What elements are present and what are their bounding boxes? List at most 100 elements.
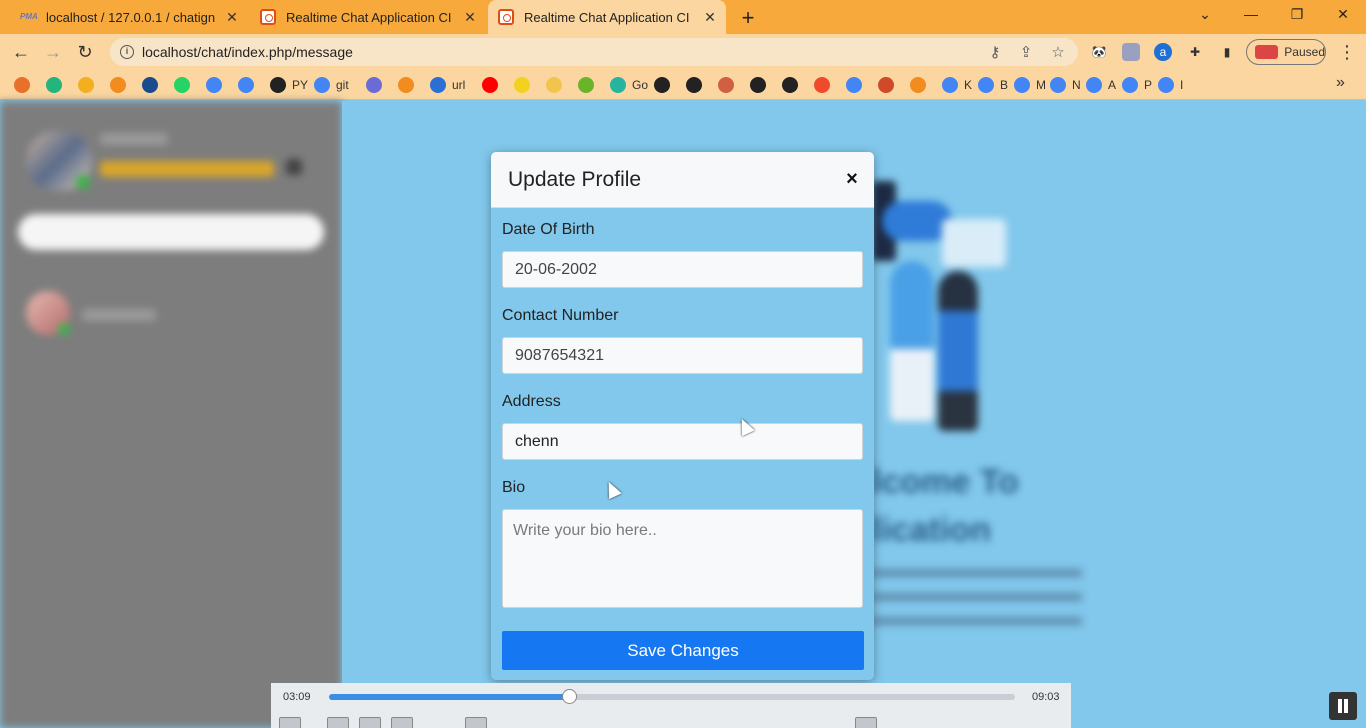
star-icon[interactable]: ☆ <box>1049 43 1067 61</box>
bookmark-icon <box>366 77 382 93</box>
dob-input[interactable] <box>502 251 863 288</box>
bookmark-item[interactable] <box>398 76 420 94</box>
stop-button[interactable] <box>359 717 381 728</box>
bookmark-item[interactable] <box>846 76 868 94</box>
update-profile-modal: Update Profile × Date Of Birth Contact N… <box>491 152 874 680</box>
bookmark-item[interactable] <box>654 76 676 94</box>
folder-icon <box>546 77 562 93</box>
close-icon[interactable]: × <box>841 168 863 190</box>
welcome-heading: lcome To <box>872 463 1019 501</box>
bookmark-icon <box>14 77 30 93</box>
bookmark-item[interactable]: Go <box>610 76 648 94</box>
bookmark-item[interactable] <box>482 76 504 94</box>
browser-toolbar: ← → ↻ i localhost/chat/index.php/message… <box>0 34 1366 70</box>
seek-bar[interactable] <box>329 689 1015 704</box>
search-chat-input[interactable] <box>18 214 324 250</box>
bookmark-item[interactable]: N <box>1050 76 1081 94</box>
seek-progress <box>329 694 570 700</box>
side-panel-icon[interactable]: ▮ <box>1218 43 1236 61</box>
tab-chat-app[interactable]: Realtime Chat Application CI ✕ <box>250 0 486 34</box>
reload-icon[interactable]: ↻ <box>74 41 96 63</box>
share-icon[interactable]: ⇪ <box>1017 43 1035 61</box>
save-changes-button[interactable]: Save Changes <box>502 631 864 670</box>
bookmark-item[interactable] <box>174 76 196 94</box>
bookmark-item[interactable] <box>142 76 164 94</box>
address-input[interactable] <box>502 423 863 460</box>
bookmark-item[interactable] <box>238 76 260 94</box>
tab-phpmyadmin[interactable]: PMA localhost / 127.0.0.1 / chatigniter … <box>0 0 248 34</box>
bookmark-item[interactable]: K <box>942 76 972 94</box>
tab-search-icon[interactable]: ⌄ <box>1195 6 1215 23</box>
bookmark-item[interactable] <box>878 76 900 94</box>
bookmark-item[interactable] <box>206 76 228 94</box>
bookmark-item[interactable] <box>718 76 740 94</box>
bookmark-icon <box>750 77 766 93</box>
fullscreen-button[interactable] <box>465 717 487 728</box>
youtube-icon <box>482 77 498 93</box>
bookmark-item[interactable]: M <box>1014 76 1046 94</box>
address-bar[interactable]: i localhost/chat/index.php/message ⚷ ⇪ ☆ <box>110 38 1078 66</box>
bookmark-item[interactable] <box>78 76 100 94</box>
forward-icon[interactable]: → <box>42 41 64 63</box>
panda-extension-icon[interactable]: 🐼 <box>1090 43 1108 61</box>
bookmark-label: git <box>336 78 349 92</box>
contact-name[interactable] <box>82 309 156 321</box>
site-info-icon[interactable]: i <box>120 45 134 59</box>
puzzle-icon[interactable]: ✚ <box>1186 43 1204 61</box>
bookmark-item[interactable] <box>750 76 772 94</box>
key-icon[interactable]: ⚷ <box>986 43 1004 61</box>
phpmyadmin-icon <box>398 77 414 93</box>
more-bookmarks-icon[interactable]: » <box>1336 74 1345 92</box>
bookmark-item[interactable] <box>46 76 68 94</box>
bookmark-label: I <box>1180 78 1184 92</box>
user-status <box>100 161 274 177</box>
address-label: Address <box>502 393 561 410</box>
welcome-heading: lication <box>872 511 992 549</box>
close-tab-icon[interactable]: ✕ <box>462 9 478 26</box>
bookmark-label: A <box>1108 78 1117 92</box>
bookmark-item[interactable] <box>366 76 388 94</box>
pause-icon[interactable] <box>1329 692 1357 720</box>
bookmark-item[interactable]: git <box>314 76 349 94</box>
bookmark-item[interactable] <box>814 76 836 94</box>
bookmark-item[interactable] <box>514 76 536 94</box>
bookmark-item[interactable]: I <box>1158 76 1183 94</box>
close-window-icon[interactable]: ✕ <box>1333 6 1353 23</box>
playlist-button[interactable] <box>855 717 877 728</box>
bio-textarea[interactable] <box>502 509 863 608</box>
bookmark-item[interactable] <box>686 76 708 94</box>
tab-chat-app-active[interactable]: Realtime Chat Application CI ✕ <box>488 0 726 34</box>
bookmark-item[interactable] <box>782 76 804 94</box>
edit-profile-icon[interactable] <box>286 159 302 175</box>
bookmark-item[interactable]: PY <box>270 76 308 94</box>
extension-a-icon[interactable]: a <box>1154 43 1172 61</box>
url-text[interactable]: localhost/chat/index.php/message <box>142 44 353 60</box>
restore-icon[interactable]: ❐ <box>1287 6 1307 23</box>
minimize-icon[interactable]: — <box>1241 6 1261 22</box>
bookmark-item[interactable] <box>910 76 932 94</box>
seek-handle[interactable] <box>562 689 578 704</box>
extension-icon[interactable] <box>1122 43 1140 61</box>
close-tab-icon[interactable]: ✕ <box>224 9 240 26</box>
menu-icon[interactable]: ⋮ <box>1338 42 1356 63</box>
bookmark-item[interactable] <box>546 76 568 94</box>
profile-paused-button[interactable]: Paused <box>1246 39 1326 65</box>
bookmark-item[interactable] <box>14 76 36 94</box>
bookmark-item[interactable]: B <box>978 76 1008 94</box>
previous-button[interactable] <box>327 717 349 728</box>
next-button[interactable] <box>391 717 413 728</box>
contact-number-input[interactable] <box>502 337 863 374</box>
bookmark-item[interactable]: A <box>1086 76 1116 94</box>
ieee-icon <box>142 77 158 93</box>
online-dot <box>76 175 90 189</box>
bookmark-item[interactable]: P <box>1122 76 1152 94</box>
whatsapp-icon <box>174 77 190 93</box>
bookmark-item[interactable] <box>578 76 600 94</box>
close-tab-icon[interactable]: ✕ <box>702 9 718 26</box>
back-icon[interactable]: ← <box>10 41 32 63</box>
bookmark-item[interactable]: url <box>430 76 465 94</box>
pause-button[interactable] <box>279 717 301 728</box>
bookmark-item[interactable] <box>110 76 132 94</box>
total-time: 09:03 <box>1032 691 1060 703</box>
new-tab-icon[interactable]: + <box>736 5 760 31</box>
